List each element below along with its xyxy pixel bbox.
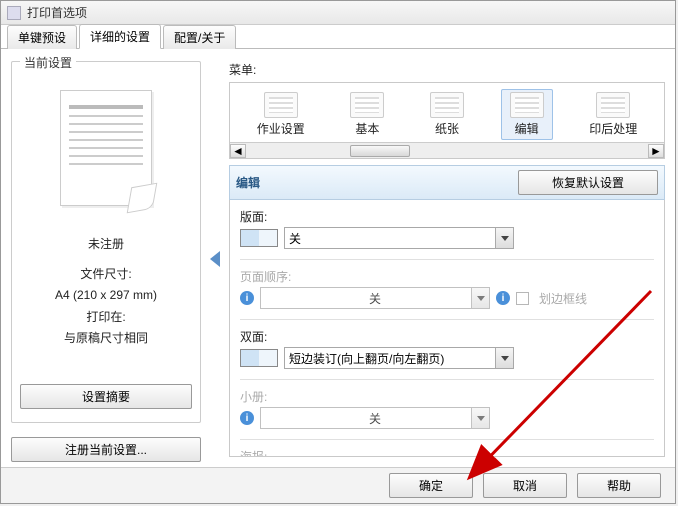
titlebar: 打印首选项	[1, 1, 675, 25]
restore-defaults-button[interactable]: 恢复默认设置	[518, 170, 658, 195]
unregistered-label: 未注册	[20, 234, 192, 256]
booklet-row: 小册: i 关	[240, 388, 654, 429]
ok-button[interactable]: 确定	[389, 473, 473, 498]
duplex-select[interactable]: 短边装订(向上翻页/向左翻页)	[284, 347, 514, 369]
current-settings-legend: 当前设置	[20, 54, 76, 71]
layout-thumbs-button[interactable]	[240, 229, 278, 247]
booklet-value: 关	[369, 410, 381, 427]
current-settings-group: 当前设置 未注册 文件尺寸: A4 (210 x 297 mm) 打印在: 与原…	[11, 61, 201, 423]
right-column: 菜单: 作业设置 基本 纸张 编辑 印后处理 ◄ ► 编辑	[229, 61, 665, 457]
settings-summary-button[interactable]: 设置摘要	[20, 384, 192, 409]
category-scrollbar[interactable]: ◄ ►	[230, 142, 664, 158]
duplex-value: 短边装订(向上翻页/向左翻页)	[289, 350, 444, 367]
print-preferences-window: 打印首选项 单键预设 详细的设置 配置/关于 当前设置 未注册 文件尺寸: A4…	[0, 0, 676, 504]
cancel-button[interactable]: 取消	[483, 473, 567, 498]
basic-icon	[350, 92, 384, 118]
scroll-right-icon[interactable]: ►	[648, 144, 664, 158]
booklet-select: 关	[260, 407, 490, 429]
finishing-icon	[596, 92, 630, 118]
layout-label: 版面:	[240, 208, 654, 225]
poster-label: 海报:	[240, 448, 654, 457]
booklet-label: 小册:	[240, 388, 654, 405]
cat-basic[interactable]: 基本	[341, 89, 393, 140]
tab-onekey-preset[interactable]: 单键预设	[7, 25, 77, 49]
left-column: 当前设置 未注册 文件尺寸: A4 (210 x 297 mm) 打印在: 与原…	[11, 61, 201, 457]
content-area: 当前设置 未注册 文件尺寸: A4 (210 x 297 mm) 打印在: 与原…	[1, 49, 675, 467]
job-setup-icon	[264, 92, 298, 118]
info-icon[interactable]: i	[240, 411, 254, 425]
border-line-label: 划边框线	[539, 290, 587, 307]
duplex-label: 双面:	[240, 328, 654, 345]
file-size-label: 文件尺寸:	[20, 264, 192, 286]
cat-job-setup[interactable]: 作业设置	[248, 89, 314, 140]
printer-icon	[7, 6, 21, 20]
menu-label: 菜单:	[229, 61, 665, 78]
page-preview	[60, 90, 152, 206]
paper-icon	[430, 92, 464, 118]
cat-finishing[interactable]: 印后处理	[580, 89, 646, 140]
page-order-label: 页面顺序:	[240, 268, 654, 285]
border-line-checkbox	[516, 292, 529, 305]
cat-edit[interactable]: 编辑	[501, 89, 553, 140]
info-icon[interactable]: i	[240, 291, 254, 305]
current-settings-info: 未注册 文件尺寸: A4 (210 x 297 mm) 打印在: 与原稿尺寸相同	[20, 234, 192, 350]
window-title: 打印首选项	[27, 4, 87, 21]
layout-select[interactable]: 关	[284, 227, 514, 249]
edit-icon	[510, 92, 544, 118]
scroll-thumb[interactable]	[350, 145, 410, 157]
register-settings-button[interactable]: 注册当前设置...	[11, 437, 201, 462]
poster-row: 海报: i 关	[240, 448, 654, 457]
duplex-thumbs-button[interactable]	[240, 349, 278, 367]
info-icon[interactable]: i	[496, 291, 510, 305]
category-bar: 作业设置 基本 纸张 编辑 印后处理 ◄ ►	[229, 82, 665, 159]
scroll-left-icon[interactable]: ◄	[230, 144, 246, 158]
chevron-down-icon	[471, 288, 489, 308]
print-on-value: 与原稿尺寸相同	[20, 328, 192, 350]
chevron-down-icon	[471, 408, 489, 428]
print-on-label: 打印在:	[20, 307, 192, 329]
duplex-row: 双面: 短边装订(向上翻页/向左翻页)	[240, 328, 654, 369]
page-order-row: 页面顺序: i 关 i 划边框线	[240, 268, 654, 309]
layout-value: 关	[289, 230, 301, 247]
tab-detailed-settings[interactable]: 详细的设置	[79, 24, 161, 49]
cat-paper[interactable]: 纸张	[421, 89, 473, 140]
tab-config-about[interactable]: 配置/关于	[163, 25, 236, 49]
collapse-column	[209, 61, 221, 457]
section-header: 编辑 恢复默认设置	[229, 165, 665, 200]
help-button[interactable]: 帮助	[577, 473, 661, 498]
chevron-down-icon	[495, 228, 513, 248]
chevron-down-icon	[495, 348, 513, 368]
page-order-value: 关	[369, 290, 381, 307]
dialog-footer: 确定 取消 帮助	[1, 467, 675, 503]
form-area: 版面: 关 页面顺序: i 关	[229, 200, 665, 457]
layout-row: 版面: 关	[240, 208, 654, 249]
tab-bar: 单键预设 详细的设置 配置/关于	[1, 25, 675, 49]
collapse-left-icon[interactable]	[210, 251, 220, 267]
section-name: 编辑	[236, 174, 260, 191]
file-size-value: A4 (210 x 297 mm)	[20, 285, 192, 307]
page-order-select: 关	[260, 287, 490, 309]
